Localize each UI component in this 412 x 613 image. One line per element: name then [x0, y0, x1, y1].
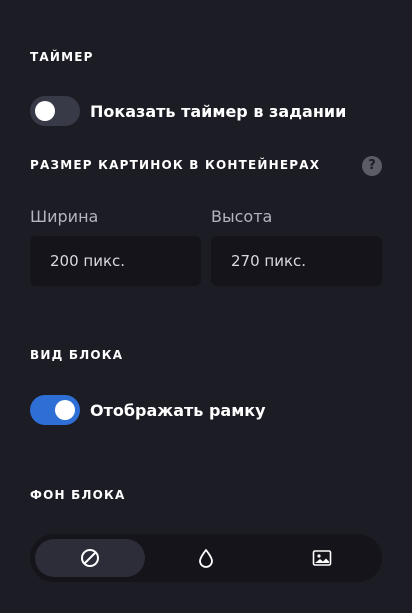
image-size-heading: РАЗМЕР КАРТИНОК В КОНТЕЙНЕРАХ — [30, 158, 321, 172]
height-field[interactable]: 270 пикс. — [211, 236, 382, 286]
block-view-heading: ВИД БЛОКА — [30, 348, 124, 362]
question-circle-icon[interactable]: ? — [362, 156, 382, 176]
timer-toggle[interactable] — [30, 96, 80, 126]
height-label: Высота — [211, 207, 273, 226]
color-drop-icon — [199, 549, 213, 568]
frame-toggle-label[interactable]: Отображать рамку — [90, 401, 266, 420]
no-background-option[interactable] — [35, 539, 145, 577]
toggle-knob — [35, 101, 55, 121]
width-field[interactable]: 200 пикс. — [30, 236, 201, 286]
toggle-knob — [55, 400, 75, 420]
frame-toggle[interactable] — [30, 395, 80, 425]
color-background-option[interactable] — [151, 539, 261, 577]
frame-toggle-row[interactable]: Отображать рамку — [30, 395, 266, 425]
width-label: Ширина — [30, 207, 99, 226]
timer-toggle-row[interactable]: Показать таймер в задании — [30, 96, 346, 126]
no-background-icon — [81, 549, 99, 567]
background-type-selector — [30, 534, 382, 582]
image-icon — [312, 550, 332, 566]
image-background-option[interactable] — [267, 539, 377, 577]
timer-toggle-label[interactable]: Показать таймер в задании — [90, 102, 346, 121]
block-background-heading: ФОН БЛОКА — [30, 488, 126, 502]
timer-heading: ТАЙМЕР — [30, 50, 94, 64]
